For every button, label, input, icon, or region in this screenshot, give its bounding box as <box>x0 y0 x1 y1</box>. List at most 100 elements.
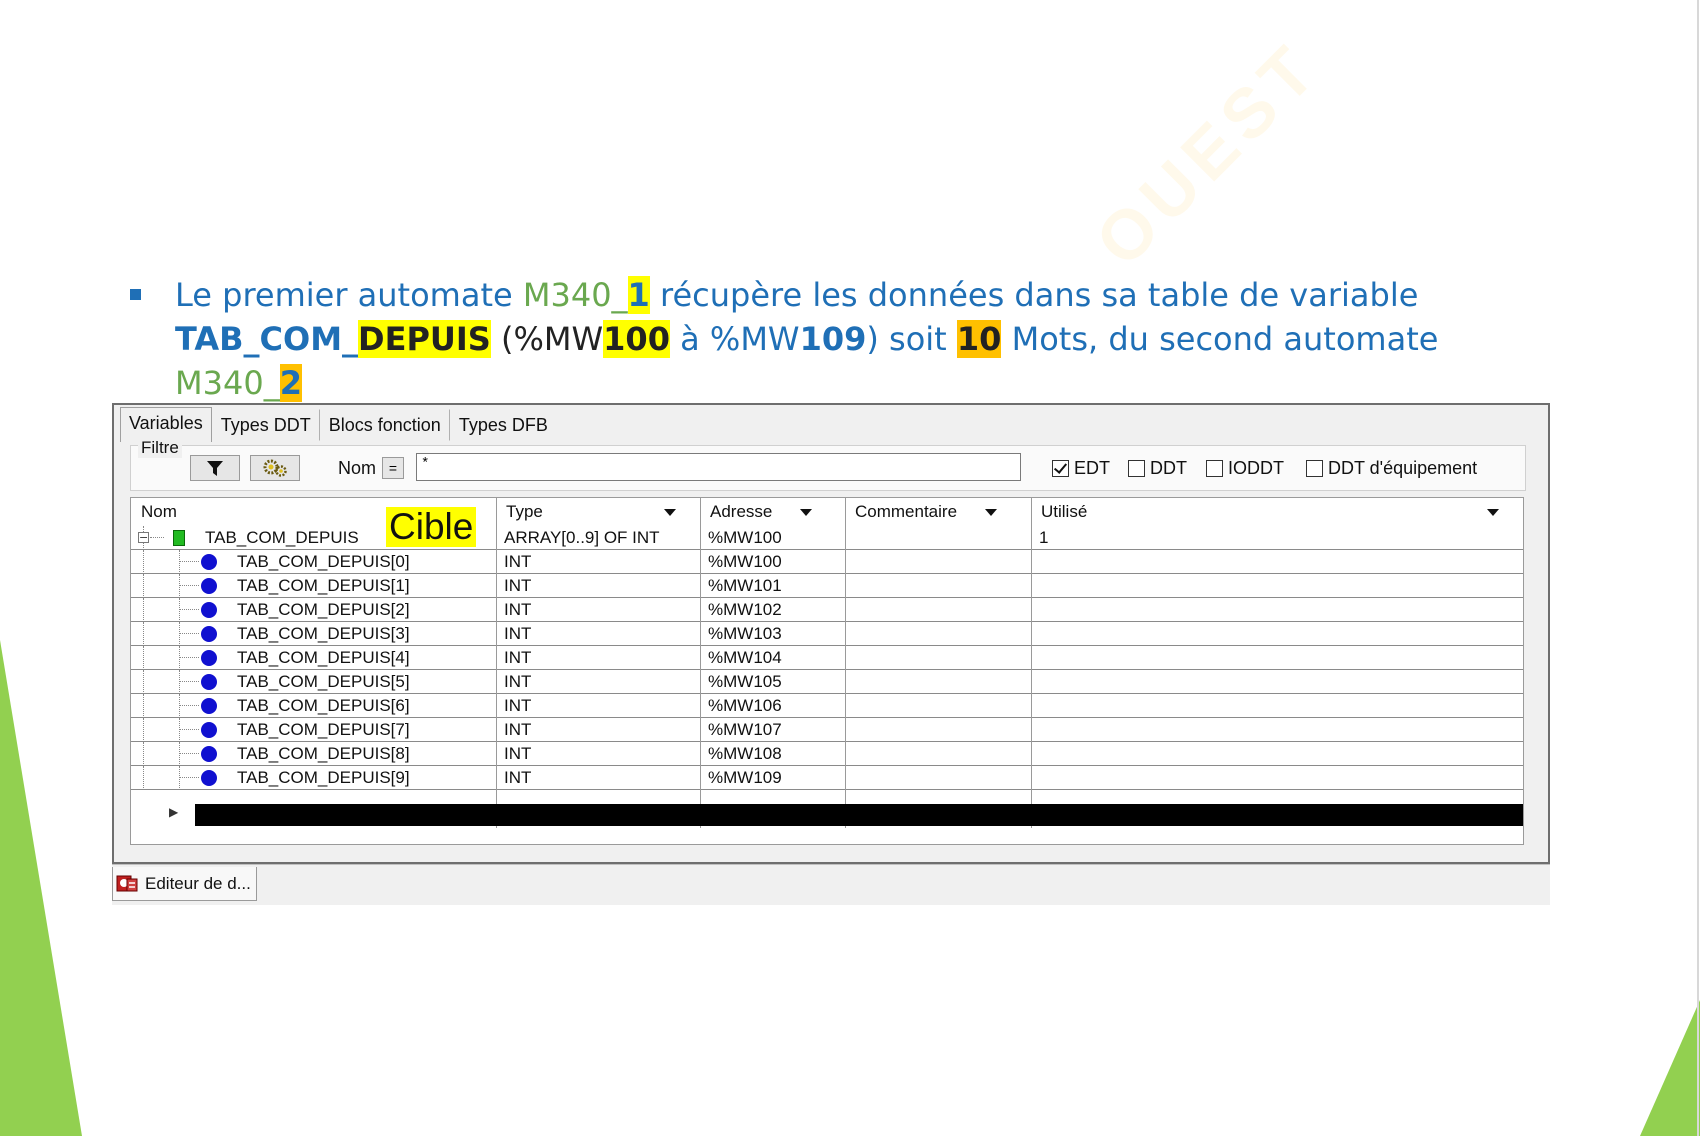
cell-comment[interactable] <box>845 598 1031 622</box>
cell-address[interactable]: %MW104 <box>700 646 845 670</box>
cell-address[interactable]: %MW100 <box>700 550 845 574</box>
table-name-prefix: TAB_COM_ <box>175 320 359 358</box>
checkbox-ioddt[interactable]: IODDT <box>1206 458 1284 479</box>
dropdown-arrow-icon[interactable] <box>800 509 812 516</box>
cell-type[interactable]: INT <box>496 574 700 598</box>
dropdown-arrow-icon[interactable] <box>985 509 997 516</box>
cell-address[interactable]: %MW100 <box>700 526 845 550</box>
cell-used[interactable] <box>1031 622 1523 646</box>
plc-name-1: M340_ <box>522 276 628 314</box>
cell-comment[interactable] <box>845 742 1031 766</box>
cell-comment[interactable] <box>845 550 1031 574</box>
cell-used[interactable]: 1 <box>1031 526 1523 550</box>
cell-type[interactable]: INT <box>496 622 700 646</box>
table-row[interactable]: TAB_COM_DEPUIS[0] INT %MW100 <box>131 550 1523 574</box>
table-row[interactable]: TAB_COM_DEPUIS[6] INT %MW106 <box>131 694 1523 718</box>
cell-name[interactable]: TAB_COM_DEPUIS[5] <box>229 670 496 694</box>
cell-name[interactable]: TAB_COM_DEPUIS[8] <box>229 742 496 766</box>
elementary-variable-icon <box>201 674 217 690</box>
cell-name[interactable]: TAB_COM_DEPUIS[0] <box>229 550 496 574</box>
cell-used[interactable] <box>1031 742 1523 766</box>
tab-dfb-types[interactable]: Types DFB <box>450 409 557 441</box>
tab-function-blocks[interactable]: Blocs fonction <box>320 409 450 441</box>
cell-name[interactable]: TAB_COM_DEPUIS[7] <box>229 718 496 742</box>
filter-settings-button[interactable] <box>250 455 300 481</box>
cell-address[interactable]: %MW103 <box>700 622 845 646</box>
cell-name[interactable]: TAB_COM_DEPUIS[2] <box>229 598 496 622</box>
table-row[interactable]: TAB_COM_DEPUIS[4] INT %MW104 <box>131 646 1523 670</box>
cell-name[interactable]: TAB_COM_DEPUIS[3] <box>229 622 496 646</box>
cell-name[interactable]: TAB_COM_DEPUIS[6] <box>229 694 496 718</box>
cell-type[interactable]: INT <box>496 598 700 622</box>
cell-comment[interactable] <box>845 766 1031 790</box>
cell-address[interactable]: %MW102 <box>700 598 845 622</box>
table-row[interactable]: TAB_COM_DEPUIS[2] INT %MW102 <box>131 598 1523 622</box>
equals-button[interactable]: = <box>382 457 404 479</box>
cell-name[interactable]: TAB_COM_DEPUIS[1] <box>229 574 496 598</box>
dropdown-arrow-icon[interactable] <box>1487 509 1499 516</box>
checkbox-equipment-ddt[interactable]: DDT d'équipement <box>1306 458 1477 479</box>
cell-address[interactable]: %MW101 <box>700 574 845 598</box>
table-row[interactable]: TAB_COM_DEPUIS[8] INT %MW108 <box>131 742 1523 766</box>
column-header-used[interactable]: Utilisé <box>1031 498 1523 526</box>
table-row[interactable]: TAB_COM_DEPUIS[1] INT %MW101 <box>131 574 1523 598</box>
cell-name[interactable]: TAB_COM_DEPUIS[4] <box>229 646 496 670</box>
cell-type[interactable]: INT <box>496 646 700 670</box>
column-header-type[interactable]: Type <box>496 498 700 526</box>
cell-address[interactable]: %MW107 <box>700 718 845 742</box>
cell-comment[interactable] <box>845 526 1031 550</box>
cell-address[interactable]: %MW108 <box>700 742 845 766</box>
tab-ddt-types[interactable]: Types DDT <box>212 409 320 441</box>
checkbox-ddt[interactable]: DDT <box>1128 458 1187 479</box>
cell-comment[interactable] <box>845 694 1031 718</box>
document-tab-bar: Editeur de d... <box>112 864 1550 905</box>
cell-used[interactable] <box>1031 694 1523 718</box>
cell-comment[interactable] <box>845 622 1031 646</box>
cell-address[interactable]: %MW109 <box>700 766 845 790</box>
collapse-icon[interactable]: − <box>138 532 149 543</box>
cell-type[interactable]: INT <box>496 766 700 790</box>
cell-type[interactable]: INT <box>496 742 700 766</box>
table-row[interactable]: TAB_COM_DEPUIS[9] INT %MW109 <box>131 766 1523 790</box>
cell-comment[interactable] <box>845 718 1031 742</box>
dropdown-arrow-icon[interactable] <box>664 509 676 516</box>
checkbox-edt[interactable]: EDT <box>1052 458 1110 479</box>
cell-type[interactable]: ARRAY[0..9] OF INT <box>496 526 700 550</box>
cell-type[interactable]: INT <box>496 718 700 742</box>
new-row-cells[interactable] <box>195 804 1523 826</box>
tree-line <box>143 742 144 766</box>
cell-type[interactable]: INT <box>496 550 700 574</box>
name-filter-label: Nom <box>338 458 377 478</box>
cell-used[interactable] <box>1031 718 1523 742</box>
cell-used[interactable] <box>1031 574 1523 598</box>
table-row[interactable]: TAB_COM_DEPUIS[5] INT %MW105 <box>131 670 1523 694</box>
cell-comment[interactable] <box>845 670 1031 694</box>
cell-used[interactable] <box>1031 766 1523 790</box>
apply-filter-button[interactable] <box>190 455 240 481</box>
elementary-variable-icon <box>201 626 217 642</box>
cell-used[interactable] <box>1031 670 1523 694</box>
document-tab-data-editor[interactable]: Editeur de d... <box>112 867 257 901</box>
cell-used[interactable] <box>1031 646 1523 670</box>
table-row[interactable]: TAB_COM_DEPUIS[7] INT %MW107 <box>131 718 1523 742</box>
column-header-label: Type <box>506 502 543 521</box>
new-row[interactable]: ▶ <box>131 802 1523 828</box>
cell-type[interactable]: INT <box>496 670 700 694</box>
cell-used[interactable] <box>1031 550 1523 574</box>
table-row-parent[interactable]: − TAB_COM_DEPUIS ARRAY[0..9] OF INT %MW100 1 <box>131 526 1523 550</box>
column-header-comment[interactable]: Commentaire <box>845 498 1031 526</box>
cell-comment[interactable] <box>845 646 1031 670</box>
word-count: 10 <box>956 320 1002 358</box>
cell-name[interactable]: TAB_COM_DEPUIS[9] <box>229 766 496 790</box>
cell-address[interactable]: %MW106 <box>700 694 845 718</box>
cell-address[interactable]: %MW105 <box>700 670 845 694</box>
cell-comment[interactable] <box>845 574 1031 598</box>
tree-line <box>143 646 144 670</box>
table-row[interactable]: TAB_COM_DEPUIS[3] INT %MW103 <box>131 622 1523 646</box>
name-filter-input[interactable]: * <box>416 453 1021 481</box>
cell-used[interactable] <box>1031 598 1523 622</box>
column-header-address[interactable]: Adresse <box>700 498 845 526</box>
tree-line <box>179 657 199 658</box>
cell-type[interactable]: INT <box>496 694 700 718</box>
tab-variables[interactable]: Variables <box>120 407 212 442</box>
